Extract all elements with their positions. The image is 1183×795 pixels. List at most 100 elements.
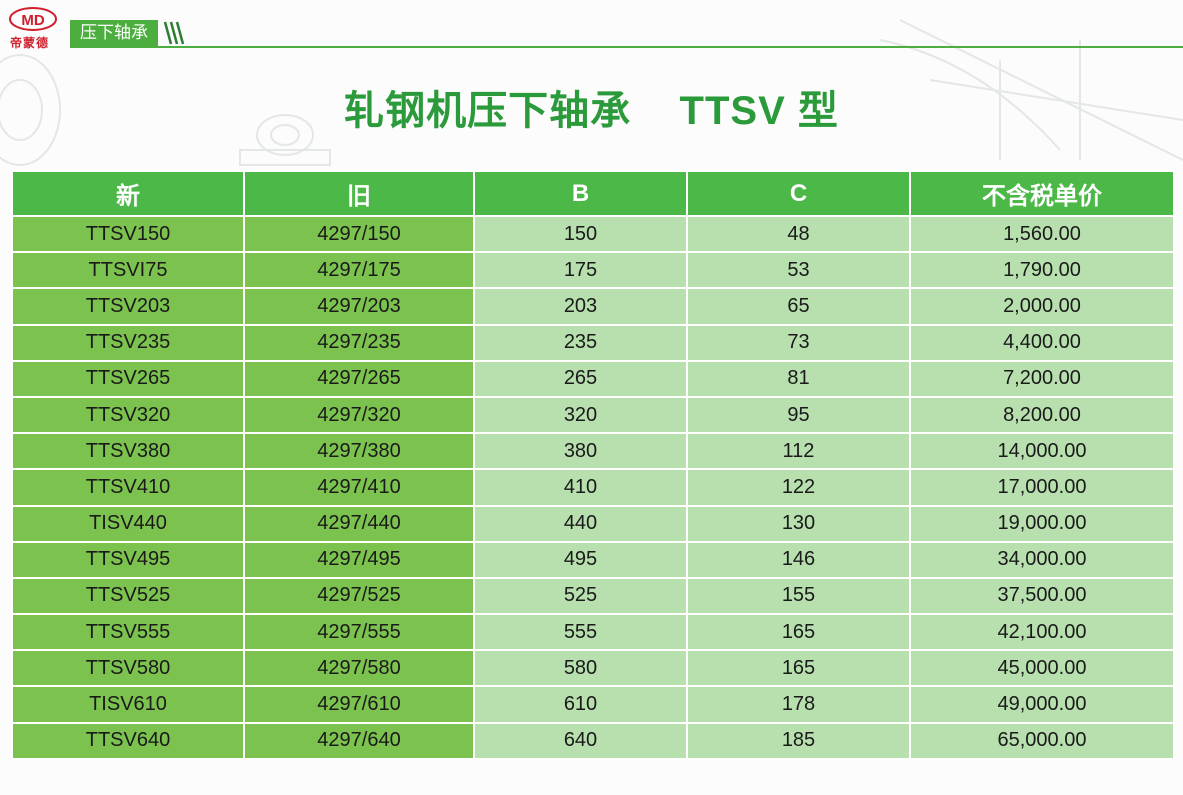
cell-c: 81 — [686, 359, 911, 398]
cell-old-model: 4297/580 — [243, 649, 475, 688]
cell-old-model: 4297/235 — [243, 323, 475, 362]
table-row: TTSV640 4297/640 640 185 65,000.00 — [11, 721, 1175, 760]
cell-b: 320 — [473, 395, 688, 435]
cell-c: 53 — [686, 251, 911, 290]
svg-text:MD: MD — [21, 12, 44, 29]
cell-c: 95 — [686, 395, 911, 435]
cell-c: 185 — [686, 721, 911, 760]
cell-c: 73 — [686, 323, 911, 362]
cell-price: 34,000.00 — [909, 540, 1175, 579]
cell-c: 165 — [686, 649, 911, 688]
cell-new-model: TTSV580 — [11, 649, 245, 688]
cell-b: 203 — [473, 287, 688, 326]
cell-new-model: TTSV320 — [11, 395, 245, 435]
cell-c: 146 — [686, 540, 911, 579]
cell-new-model: TTSV235 — [11, 323, 245, 362]
cell-price: 17,000.00 — [909, 468, 1175, 507]
table-row: TTSV410 4297/410 410 122 17,000.00 — [11, 468, 1175, 507]
table-row: TTSV150 4297/150 150 48 1,560.00 — [11, 214, 1175, 254]
cell-c: 48 — [686, 214, 911, 254]
price-table: 新 旧 B C 不含税单价 TTSV150 4297/150 150 48 1,560.… — [11, 170, 1175, 760]
cell-b: 440 — [473, 504, 688, 543]
logo-name: 帝蒙德 — [10, 36, 50, 50]
cell-b: 555 — [473, 613, 688, 652]
section-tab: 压下轴承 — [70, 20, 188, 46]
cell-price: 19,000.00 — [909, 504, 1175, 543]
page-title: 轧钢机压下轴承 TTSV 型 — [344, 89, 839, 133]
cell-old-model: 4297/640 — [243, 721, 475, 760]
slash-decoration-icon — [163, 21, 185, 45]
cell-c: 165 — [686, 613, 911, 652]
cell-old-model: 4297/555 — [243, 613, 475, 652]
table-row: TTSV495 4297/495 495 146 34,000.00 — [11, 540, 1175, 579]
cell-old-model: 4297/265 — [243, 359, 475, 398]
header-c: C — [686, 170, 911, 217]
cell-price: 8,200.00 — [909, 395, 1175, 435]
cell-c: 178 — [686, 685, 911, 724]
cell-new-model: TTSV410 — [11, 468, 245, 507]
cell-price: 45,000.00 — [909, 649, 1175, 688]
cell-new-model: TISV440 — [11, 504, 245, 543]
cell-price: 42,100.00 — [909, 613, 1175, 652]
header-bar: MD 帝蒙德 压下轴承 — [0, 0, 1183, 50]
header-new-model: 新 — [11, 170, 245, 217]
table-row: TTSVI75 4297/175 175 53 1,790.00 — [11, 251, 1175, 290]
table-row: TTSV235 4297/235 235 73 4,400.00 — [11, 323, 1175, 362]
cell-old-model: 4297/440 — [243, 504, 475, 543]
cell-price: 65,000.00 — [909, 721, 1175, 760]
cell-b: 380 — [473, 432, 688, 471]
header-old-model: 旧 — [243, 170, 475, 217]
logo-mark-icon: MD — [9, 7, 57, 31]
cell-price: 49,000.00 — [909, 685, 1175, 724]
cell-new-model: TTSV495 — [11, 540, 245, 579]
cell-c: 130 — [686, 504, 911, 543]
table-row: TTSV320 4297/320 320 95 8,200.00 — [11, 395, 1175, 435]
cell-old-model: 4297/380 — [243, 432, 475, 471]
cell-price: 4,400.00 — [909, 323, 1175, 362]
cell-old-model: 4297/150 — [243, 214, 475, 254]
cell-old-model: 4297/320 — [243, 395, 475, 435]
table-row: TTSV265 4297/265 265 81 7,200.00 — [11, 359, 1175, 398]
cell-b: 580 — [473, 649, 688, 688]
table-row: TISV610 4297/610 610 178 49,000.00 — [11, 685, 1175, 724]
cell-c: 122 — [686, 468, 911, 507]
cell-c: 112 — [686, 432, 911, 471]
cell-c: 155 — [686, 576, 911, 616]
cell-old-model: 4297/175 — [243, 251, 475, 290]
cell-price: 1,560.00 — [909, 214, 1175, 254]
company-logo: MD 帝蒙德 — [8, 6, 58, 50]
cell-old-model: 4297/410 — [243, 468, 475, 507]
cell-new-model: TTSV640 — [11, 721, 245, 760]
cell-b: 410 — [473, 468, 688, 507]
cell-new-model: TTSV150 — [11, 214, 245, 254]
table-row: TTSV580 4297/580 580 165 45,000.00 — [11, 649, 1175, 688]
cell-price: 7,200.00 — [909, 359, 1175, 398]
cell-b: 495 — [473, 540, 688, 579]
cell-new-model: TTSVI75 — [11, 251, 245, 290]
cell-b: 265 — [473, 359, 688, 398]
table-row: TTSV380 4297/380 380 112 14,000.00 — [11, 432, 1175, 471]
header-b: B — [473, 170, 688, 217]
table-row: TTSV525 4297/525 525 155 37,500.00 — [11, 576, 1175, 616]
cell-c: 65 — [686, 287, 911, 326]
table-header-row: 新 旧 B C 不含税单价 — [11, 170, 1175, 217]
header-divider — [70, 46, 1183, 48]
table-row: TISV440 4297/440 440 130 19,000.00 — [11, 504, 1175, 543]
cell-new-model: TTSV265 — [11, 359, 245, 398]
price-table-container: 新 旧 B C 不含税单价 TTSV150 4297/150 150 48 1,560.… — [11, 170, 1175, 760]
cell-new-model: TTSV203 — [11, 287, 245, 326]
table-row: TTSV203 4297/203 203 65 2,000.00 — [11, 287, 1175, 326]
cell-new-model: TTSV555 — [11, 613, 245, 652]
cell-new-model: TISV610 — [11, 685, 245, 724]
cell-new-model: TTSV525 — [11, 576, 245, 616]
cell-b: 610 — [473, 685, 688, 724]
cell-b: 640 — [473, 721, 688, 760]
cell-price: 37,500.00 — [909, 576, 1175, 616]
header-price: 不含税单价 — [909, 170, 1175, 217]
cell-old-model: 4297/610 — [243, 685, 475, 724]
table-row: TTSV555 4297/555 555 165 42,100.00 — [11, 613, 1175, 652]
cell-b: 175 — [473, 251, 688, 290]
cell-price: 1,790.00 — [909, 251, 1175, 290]
cell-b: 150 — [473, 214, 688, 254]
cell-old-model: 4297/525 — [243, 576, 475, 616]
